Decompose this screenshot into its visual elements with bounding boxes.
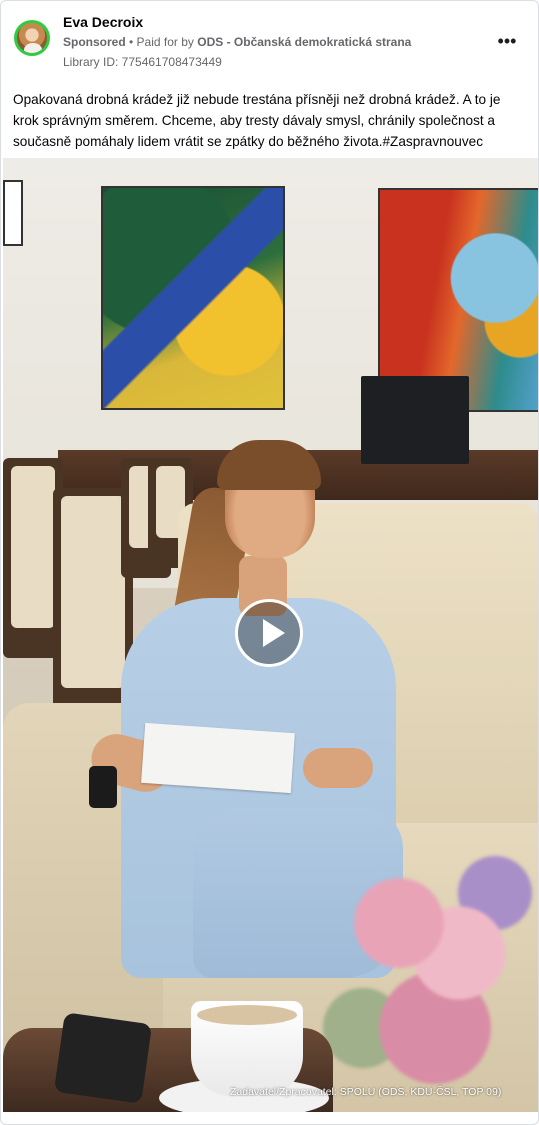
wall-frame <box>3 180 23 246</box>
more-options-button[interactable]: ••• <box>493 29 521 53</box>
painting-left <box>101 186 285 410</box>
play-icon <box>263 619 285 647</box>
avatar[interactable] <box>14 20 50 56</box>
library-id: Library ID: 775461708473449 <box>63 55 222 69</box>
video-player[interactable]: Zadavatel/Zpracovatel: SPOLU (ODS, KDU-Č… <box>3 158 538 1112</box>
video-credit: Zadavatel/Zpracovatel: SPOLU (ODS, KDU-Č… <box>230 1086 502 1098</box>
smartphone <box>53 1012 153 1104</box>
flowers <box>303 818 538 1112</box>
black-container <box>89 766 117 808</box>
monitor <box>361 376 469 464</box>
ad-post-card: Eva Decroix Sponsored • Paid for by ODS … <box>0 0 539 1125</box>
sponsored-label: Sponsored <box>63 35 126 49</box>
play-button[interactable] <box>235 599 303 667</box>
paper-sheet <box>141 722 295 794</box>
post-header: Eva Decroix Sponsored • Paid for by ODS … <box>1 1 538 81</box>
sponsored-meta: Sponsored • Paid for by ODS - Občanská d… <box>63 35 411 49</box>
coffee-cup <box>191 1001 303 1096</box>
author-name[interactable]: Eva Decroix <box>63 14 143 30</box>
payer-name[interactable]: ODS - Občanská demokratická strana <box>197 35 411 49</box>
post-caption: Opakovaná drobná krádež již nebude trest… <box>13 92 501 149</box>
woman-arm-right <box>303 748 373 788</box>
paid-for-prefix: • Paid for by <box>125 35 198 49</box>
